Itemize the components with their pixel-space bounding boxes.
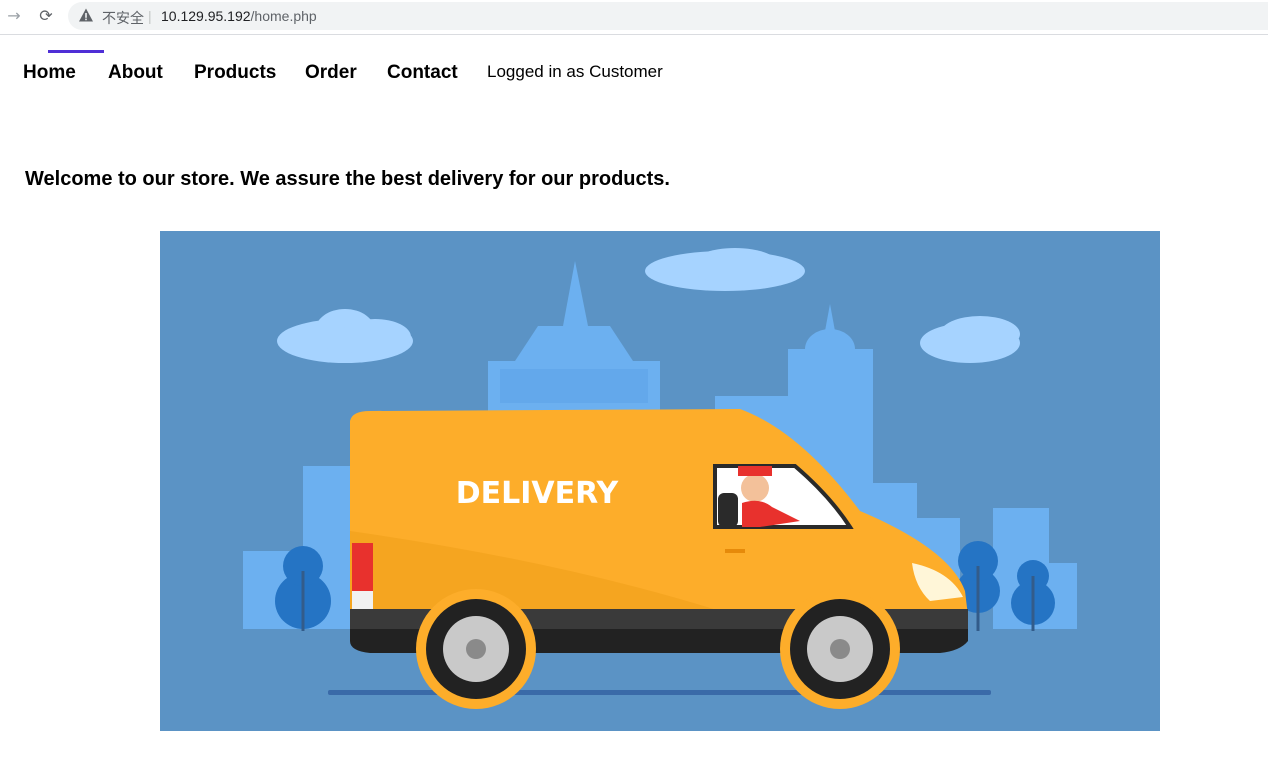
address-bar[interactable]: 不安全 | 10.129.95.192/home.php — [68, 2, 1268, 30]
url-host: 10.129.95.192 — [161, 8, 251, 24]
nav-order[interactable]: Order — [305, 62, 357, 84]
reload-icon[interactable]: ⟳ — [36, 6, 56, 26]
browser-toolbar: → ⟳ 不安全 | 10.129.95.192/home.php — [0, 0, 1268, 35]
login-status: Logged in as Customer — [487, 62, 663, 81]
site-navigation: Home About Products Order Contact Logged… — [0, 36, 800, 96]
insecure-label: 不安全 — [102, 10, 144, 26]
van-label: DELIVERY — [456, 476, 620, 511]
back-arrow-icon[interactable]: → — [4, 6, 24, 26]
warning-icon[interactable] — [78, 7, 94, 23]
url-text[interactable]: 10.129.95.192/home.php — [161, 8, 317, 24]
nav-about[interactable]: About — [108, 62, 163, 84]
url-path: /home.php — [250, 8, 317, 24]
welcome-heading: Welcome to our store. We assure the best… — [25, 168, 670, 190]
nav-contact[interactable]: Contact — [387, 62, 458, 84]
omnibox-separator: | — [148, 8, 152, 24]
nav-products[interactable]: Products — [194, 62, 276, 84]
nav-home[interactable]: Home — [23, 50, 104, 84]
delivery-van-illustration: DELIVERY — [160, 231, 1160, 731]
